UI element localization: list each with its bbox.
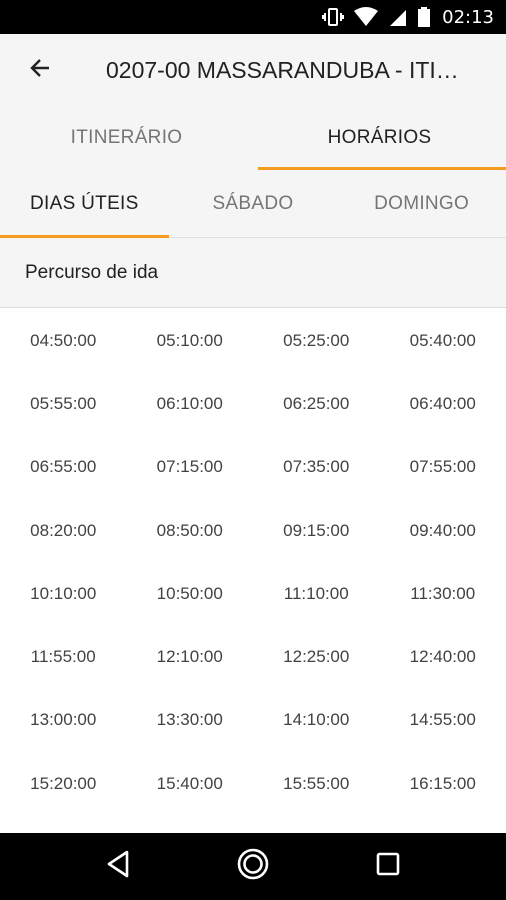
battery-icon bbox=[418, 7, 431, 27]
tab-domingo[interactable]: DOMINGO bbox=[337, 170, 506, 237]
tab-sabado[interactable]: SÁBADO bbox=[169, 170, 338, 237]
time-cell[interactable]: 15:20:00 bbox=[0, 774, 127, 794]
time-cell[interactable]: 13:30:00 bbox=[127, 710, 254, 730]
schedule-row: 08:20:00 08:50:00 09:15:00 09:40:00 bbox=[0, 499, 506, 562]
time-cell[interactable]: 05:40:00 bbox=[380, 331, 506, 351]
time-cell[interactable]: 10:10:00 bbox=[0, 584, 127, 604]
time-cell[interactable]: 11:30:00 bbox=[380, 584, 506, 604]
time-cell[interactable]: 09:15:00 bbox=[253, 521, 380, 541]
arrow-back-icon bbox=[29, 57, 51, 84]
wifi-icon bbox=[354, 7, 379, 27]
time-cell[interactable]: 07:15:00 bbox=[127, 457, 254, 477]
tab-dias-uteis[interactable]: DIAS ÚTEIS bbox=[0, 170, 169, 238]
time-cell[interactable]: 12:10:00 bbox=[127, 647, 254, 667]
nav-home-button[interactable] bbox=[223, 837, 283, 897]
status-bar: 02:13 bbox=[0, 0, 506, 34]
time-cell[interactable]: 08:20:00 bbox=[0, 521, 127, 541]
cell-signal-icon bbox=[388, 7, 408, 27]
recents-square-icon bbox=[375, 851, 401, 882]
day-tabs: DIAS ÚTEIS SÁBADO DOMINGO bbox=[0, 170, 506, 238]
time-cell[interactable]: 06:55:00 bbox=[0, 457, 127, 477]
time-cell[interactable]: 06:40:00 bbox=[380, 394, 506, 414]
system-nav-bar bbox=[0, 833, 506, 900]
time-cell[interactable]: 14:55:00 bbox=[380, 710, 506, 730]
back-button[interactable] bbox=[0, 34, 80, 106]
vibrate-icon bbox=[322, 7, 345, 27]
time-cell[interactable]: 14:10:00 bbox=[253, 710, 380, 730]
page-title: 0207-00 MASSARANDUBA - ITINGA bbox=[106, 56, 460, 83]
clock: 02:13 bbox=[442, 6, 494, 28]
back-triangle-icon bbox=[105, 850, 131, 883]
schedule-row: 05:55:00 06:10:00 06:25:00 06:40:00 bbox=[0, 372, 506, 435]
primary-tabs: ITINERÁRIO HORÁRIOS bbox=[0, 106, 506, 170]
time-cell[interactable]: 05:55:00 bbox=[0, 394, 127, 414]
time-cell[interactable]: 12:40:00 bbox=[380, 647, 506, 667]
schedule-grid: 04:50:00 05:10:00 05:25:00 05:40:00 05:5… bbox=[0, 309, 506, 833]
home-circle-icon bbox=[236, 847, 270, 886]
time-cell[interactable]: 15:55:00 bbox=[253, 774, 380, 794]
time-cell[interactable]: 08:50:00 bbox=[127, 521, 254, 541]
time-cell[interactable]: 13:00:00 bbox=[0, 710, 127, 730]
schedule-row: 10:10:00 10:50:00 11:10:00 11:30:00 bbox=[0, 562, 506, 625]
time-cell[interactable]: 07:35:00 bbox=[253, 457, 380, 477]
time-cell[interactable]: 04:50:00 bbox=[0, 331, 127, 351]
schedule-row: 11:55:00 12:10:00 12:25:00 12:40:00 bbox=[0, 625, 506, 688]
time-cell[interactable]: 15:40:00 bbox=[127, 774, 254, 794]
time-cell[interactable]: 06:25:00 bbox=[253, 394, 380, 414]
time-cell[interactable]: 09:40:00 bbox=[380, 521, 506, 541]
time-cell[interactable]: 07:55:00 bbox=[380, 457, 506, 477]
schedule-row: 04:50:00 05:10:00 05:25:00 05:40:00 bbox=[0, 309, 506, 372]
nav-recents-button[interactable] bbox=[358, 837, 418, 897]
time-cell[interactable]: 11:10:00 bbox=[253, 584, 380, 604]
time-cell[interactable]: 16:15:00 bbox=[380, 774, 506, 794]
tab-horarios[interactable]: HORÁRIOS bbox=[253, 106, 506, 170]
schedule-row: 06:55:00 07:15:00 07:35:00 07:55:00 bbox=[0, 436, 506, 499]
time-cell[interactable]: 05:10:00 bbox=[127, 331, 254, 351]
time-cell[interactable]: 11:55:00 bbox=[0, 647, 127, 667]
tab-itinerario[interactable]: ITINERÁRIO bbox=[0, 106, 253, 170]
nav-back-button[interactable] bbox=[88, 837, 148, 897]
schedule-row: 13:00:00 13:30:00 14:10:00 14:55:00 bbox=[0, 689, 506, 752]
time-cell[interactable]: 10:50:00 bbox=[127, 584, 254, 604]
time-cell[interactable]: 05:25:00 bbox=[253, 331, 380, 351]
app-bar: 0207-00 MASSARANDUBA - ITINGA bbox=[0, 34, 506, 106]
schedule-row: 15:20:00 15:40:00 15:55:00 16:15:00 bbox=[0, 752, 506, 815]
time-cell[interactable]: 12:25:00 bbox=[253, 647, 380, 667]
section-header: Percurso de ida bbox=[0, 238, 506, 308]
time-cell[interactable]: 06:10:00 bbox=[127, 394, 254, 414]
